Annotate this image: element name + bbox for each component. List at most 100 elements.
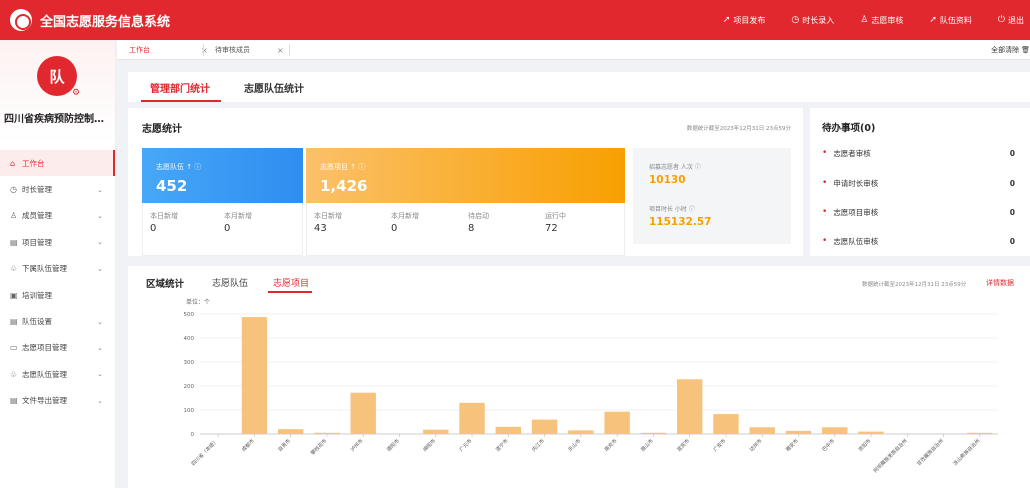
chart-bar[interactable] [423,429,449,434]
x-tick-label: 眉山市 [639,437,655,453]
sidebar-item-label: 工作台 [22,158,45,168]
project-pending-value: 8 [468,223,475,234]
chart-bar[interactable] [568,430,594,434]
team-manage-icon: ♧ [10,369,18,379]
chart-bar[interactable] [277,429,304,434]
y-tick-label: 400 [184,336,195,342]
chart-bar[interactable] [640,432,667,434]
chart-bar[interactable] [676,379,703,434]
chart-bar[interactable] [531,419,558,434]
chart-bar[interactable] [749,427,775,434]
chart-bar[interactable] [604,411,630,434]
training-icon: ▣ [10,290,18,300]
todo-item-volunteer-review[interactable]: • 志愿者审核 0 [822,146,1027,160]
logout-link[interactable]: ⏻ 退出 [998,15,1024,26]
sidebar-item-training[interactable]: ▣ 培训管理 [0,282,115,308]
y-tick-label: 200 [184,384,195,390]
sidebar-item-projects[interactable]: ▤ 项目管理 ⌄ [0,229,115,255]
sidebar-item-label: 培训管理 [22,290,52,300]
bullet-icon: • [822,236,828,246]
sidebar-item-subteams[interactable]: ♧ 下属队伍管理 ⌄ [0,256,115,282]
todo-item-team-review[interactable]: • 志愿队伍审核 0 [822,234,1027,248]
tab-divider [289,44,290,56]
hours-entry-link[interactable]: ◷ 时长录入 [791,15,834,26]
x-tick-label: 自贡市 [277,437,293,453]
sidebar-item-label: 下属队伍管理 [22,264,67,274]
chart-bar[interactable] [241,317,268,434]
todo-item-hours-review[interactable]: • 申请时长审核 0 [822,176,1027,190]
avatar[interactable]: 队 [37,56,77,96]
chevron-down-icon: ⌄ [97,343,103,352]
team-count-card[interactable]: 志愿队伍 ↑ ⓘ 452 本日新增 0 本月新增 0 [142,148,303,256]
sidebar-item-label: 队伍设置 [22,317,52,327]
chart-bar[interactable] [350,392,376,434]
team-card-head: 志愿队伍 ↑ ⓘ 452 [142,148,303,203]
chart-bar[interactable] [495,426,522,434]
calendar-icon: ▤ [10,237,18,247]
clear-all-label: 全部清除 [991,46,1020,54]
send-icon: ➚ [929,15,937,25]
sidebar-item-team-settings[interactable]: ▤ 队伍设置 ⌄ [0,308,115,334]
org-profile: 队 ⚙ 四川省疾病预防控制… [0,40,115,144]
chevron-down-icon: ⌄ [97,370,103,379]
project-today-label: 本日新增 [314,212,342,220]
sidebar-item-workbench[interactable]: ⌂ 工作台 [0,150,115,177]
x-tick-label: 四川省（本级） [190,437,220,467]
recruit-hours-box: 招募志愿者 人次 ⓘ 10130 项目时长 小时 ⓘ 115132.57 [633,148,791,244]
team-today-value: 0 [150,223,157,234]
chart-bar[interactable] [967,432,993,434]
volunteer-review-link[interactable]: ♙ 志愿审核 [860,15,903,26]
hours-label: 项目时长 小时 ⓘ [649,206,695,213]
project-running-value: 72 [545,223,558,234]
x-tick-label: 广元市 [458,437,474,453]
chart-bar[interactable] [822,427,848,434]
logout-label: 退出 [1008,15,1024,25]
x-tick-label: 南充市 [603,437,619,453]
user-icon: ♙ [10,211,18,221]
todo-item-project-review[interactable]: • 志愿项目审核 0 [822,205,1027,219]
x-tick-label: 泸州市 [349,437,365,453]
tab-team-stats[interactable]: 志愿队伍统计 [244,80,304,95]
team-profile-link[interactable]: ➚ 队伍资料 [929,15,972,26]
tab-label: 待审核成员 [215,46,250,54]
gear-icon[interactable]: ⚙ [72,88,80,98]
x-tick-label: 遂宁市 [494,437,510,453]
x-tick-label: 乐山市 [567,437,583,453]
chart-bar[interactable] [459,402,485,434]
tab-workbench[interactable]: 工作台 × [129,40,208,60]
sidebar-item-volunteer-teams[interactable]: ♧ 志愿队伍管理 ⌄ [0,361,115,387]
project-card-value: 1,426 [320,177,368,195]
x-tick-label: 资阳市 [857,437,873,453]
project-card-head: 志愿项目 ↑ ⓘ 1,426 [306,148,625,203]
sidebar-item-hours[interactable]: ◷ 时长管理 ⌄ [0,176,115,202]
export-icon: ▤ [10,396,18,406]
chart-bar[interactable] [858,431,884,434]
close-icon[interactable]: × [277,46,284,55]
sidebar-item-volunteer-projects[interactable]: ▭ 志愿项目管理 ⌄ [0,335,115,361]
tab-dept-stats[interactable]: 管理部门统计 [150,80,210,95]
tab-pending-members[interactable]: 待审核成员 × [215,40,284,60]
x-tick-label: 德阳市 [385,437,401,453]
recruit-label: 招募志愿者 人次 ⓘ [649,164,701,171]
chart-bar[interactable] [713,414,739,434]
team-icon: ♧ [10,264,18,274]
hours-value: 115132.57 [649,216,712,228]
sidebar-item-members[interactable]: ♙ 成员管理 ⌄ [0,203,115,229]
tab-label: 工作台 [129,46,150,54]
todo-label: 申请时长审核 [833,178,879,188]
hours-entry-label: 时长录入 [802,15,835,25]
todo-count: 0 [1009,148,1015,158]
project-count-card[interactable]: 志愿项目 ↑ ⓘ 1,426 本日新增 43 本月新增 0 待启动 8 运行中 … [306,148,625,256]
clear-all-button[interactable]: 全部清除 🗑 [991,40,1030,60]
chart-bar[interactable] [785,430,812,434]
user-check-icon: ♙ [860,15,869,25]
region-bar-chart: 单位：个 0 100 200 300 400 500 四川省（本级） 成都市 自贡市 攀枝花市 泸州市… [184,298,998,474]
sidebar-item-label: 成员管理 [22,211,52,221]
sidebar-item-file-export[interactable]: ▤ 文件导出管理 ⌄ [0,388,115,414]
chart-bar[interactable] [314,432,340,434]
publish-project-link[interactable]: ➚ 项目发布 [723,15,766,26]
close-icon[interactable]: × [201,46,208,55]
sidebar-item-label: 志愿队伍管理 [22,369,67,379]
sidebar-menu: ⌂ 工作台 ◷ 时长管理 ⌄ ♙ 成员管理 ⌄ ▤ 项目管理 ⌄ ♧ 下属队伍管理 ⌄ ▣ 培训管理… [0,150,115,414]
todo-count: 0 [1009,178,1015,188]
